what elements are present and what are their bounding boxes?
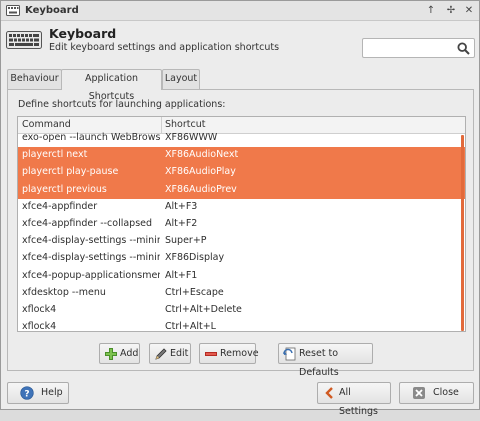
- table-row[interactable]: xflock4 Ctrl+Alt+L: [18, 319, 465, 332]
- help-button[interactable]: ? Help: [7, 382, 69, 404]
- shortcut-cell: Alt+F3: [165, 200, 198, 212]
- command-cell: xfce4-appfinder: [22, 200, 98, 212]
- shortcut-cell: Alt+F1: [165, 269, 198, 281]
- all-settings-button-label: All Settings: [339, 387, 378, 417]
- edit-button-label: Edit: [170, 348, 189, 359]
- table-row[interactable]: exo-open --launch WebBrowser XF86WWW: [18, 130, 465, 147]
- keyboard-icon: [6, 5, 20, 16]
- command-cell: xflock4: [22, 321, 57, 332]
- command-cell: xfce4-display-settings --minimal: [22, 235, 160, 247]
- command-cell: playerctl previous: [22, 183, 107, 195]
- table-scrollbar[interactable]: [461, 135, 464, 331]
- svg-text:?: ?: [24, 390, 29, 400]
- maximize-icon[interactable]: ✢: [443, 3, 459, 19]
- column-header-command[interactable]: Command: [22, 119, 71, 130]
- search-input[interactable]: [362, 38, 475, 58]
- table-row[interactable]: xfce4-appfinder Alt+F3: [18, 199, 465, 216]
- command-cell: xfce4-popup-applicationsmenu: [22, 269, 160, 281]
- all-settings-button[interactable]: All Settings: [317, 382, 391, 417]
- add-button-label: Add: [120, 348, 139, 359]
- command-cell: xfce4-display-settings --minimal: [22, 252, 160, 264]
- keyboard-settings-window: Keyboard ↑ ✢ ✕ Keyboard Edit keyboard se…: [0, 0, 480, 417]
- command-cell: playerctl next: [22, 149, 88, 161]
- add-button[interactable]: Add: [99, 343, 140, 364]
- shortcut-cell: XF86AudioNext: [165, 149, 239, 161]
- shortcut-cell: Super+P: [165, 235, 207, 247]
- table-row[interactable]: playerctl previous XF86AudioPrev: [18, 181, 465, 199]
- page-title: Keyboard: [49, 26, 117, 41]
- table-row[interactable]: playerctl next XF86AudioNext: [18, 147, 465, 165]
- shortcut-cell: Alt+F2: [165, 218, 198, 229]
- table-row[interactable]: xfce4-display-settings --minimal XF86Dis…: [18, 250, 465, 267]
- shortcut-cell: XF86AudioPrev: [165, 183, 237, 195]
- command-cell: exo-open --launch WebBrowser: [22, 132, 160, 143]
- shortcuts-panel: Define shortcuts for launching applicati…: [7, 89, 474, 378]
- command-cell: xfce4-appfinder --collapsed: [22, 218, 153, 229]
- table-row[interactable]: playerctl play-pause XF86AudioPlay: [18, 164, 465, 182]
- shortcut-cell: Ctrl+Alt+L: [165, 321, 216, 332]
- shortcut-cell: XF86AudioPlay: [165, 166, 236, 178]
- remove-button[interactable]: Remove: [199, 343, 259, 364]
- window-close-icon: [413, 387, 425, 399]
- table-row[interactable]: xfdesktop --menu Ctrl+Escape: [18, 285, 465, 302]
- plus-icon: [105, 348, 117, 360]
- shortcut-cell: Ctrl+Alt+Delete: [165, 304, 242, 315]
- tab-layout[interactable]: Layout: [162, 69, 200, 89]
- close-button[interactable]: Close: [399, 382, 474, 404]
- search-icon[interactable]: [457, 42, 470, 55]
- command-cell: xflock4: [22, 304, 57, 315]
- shortcuts-table: Command Shortcut exo-open --launch WebBr…: [17, 116, 466, 332]
- window-title: Keyboard: [25, 5, 79, 16]
- go-back-icon: [325, 387, 333, 399]
- edit-button[interactable]: Edit: [149, 343, 191, 364]
- help-icon: ?: [20, 386, 34, 400]
- shortcut-cell: Ctrl+Escape: [165, 286, 224, 298]
- remove-button-label: Remove: [220, 348, 259, 359]
- document-revert-icon: [283, 347, 296, 361]
- table-row[interactable]: xfce4-display-settings --minimal Super+P: [18, 233, 465, 250]
- close-button-label: Close: [433, 387, 459, 398]
- shortcut-cell: XF86WWW: [165, 132, 218, 143]
- command-cell: xfdesktop --menu: [22, 286, 106, 298]
- table-row[interactable]: xfce4-popup-applicationsmenu Alt+F1: [18, 268, 465, 285]
- close-icon[interactable]: ✕: [461, 3, 477, 19]
- pencil-icon: [155, 348, 167, 360]
- help-button-label: Help: [41, 387, 63, 398]
- table-row[interactable]: xfce4-appfinder --collapsed Alt+F2: [18, 216, 465, 233]
- tab-application-shortcuts[interactable]: Application Shortcuts: [61, 69, 162, 102]
- column-header-shortcut[interactable]: Shortcut: [165, 119, 205, 130]
- keyboard-large-icon: [6, 31, 42, 49]
- reset-to-defaults-button[interactable]: Reset to Defaults: [278, 343, 373, 378]
- dialog-footer: ? Help All Settings Close: [1, 376, 479, 417]
- shortcut-cell: XF86Display: [165, 252, 225, 264]
- page-subtitle: Edit keyboard settings and application s…: [49, 42, 280, 53]
- command-cell: playerctl play-pause: [22, 166, 119, 178]
- tab-behaviour[interactable]: Behaviour: [7, 69, 62, 89]
- table-row[interactable]: xflock4 Ctrl+Alt+Delete: [18, 302, 465, 319]
- keep-above-icon[interactable]: ↑: [423, 3, 439, 19]
- minus-icon: [205, 352, 217, 356]
- title-bar[interactable]: Keyboard ↑ ✢ ✕: [1, 1, 479, 21]
